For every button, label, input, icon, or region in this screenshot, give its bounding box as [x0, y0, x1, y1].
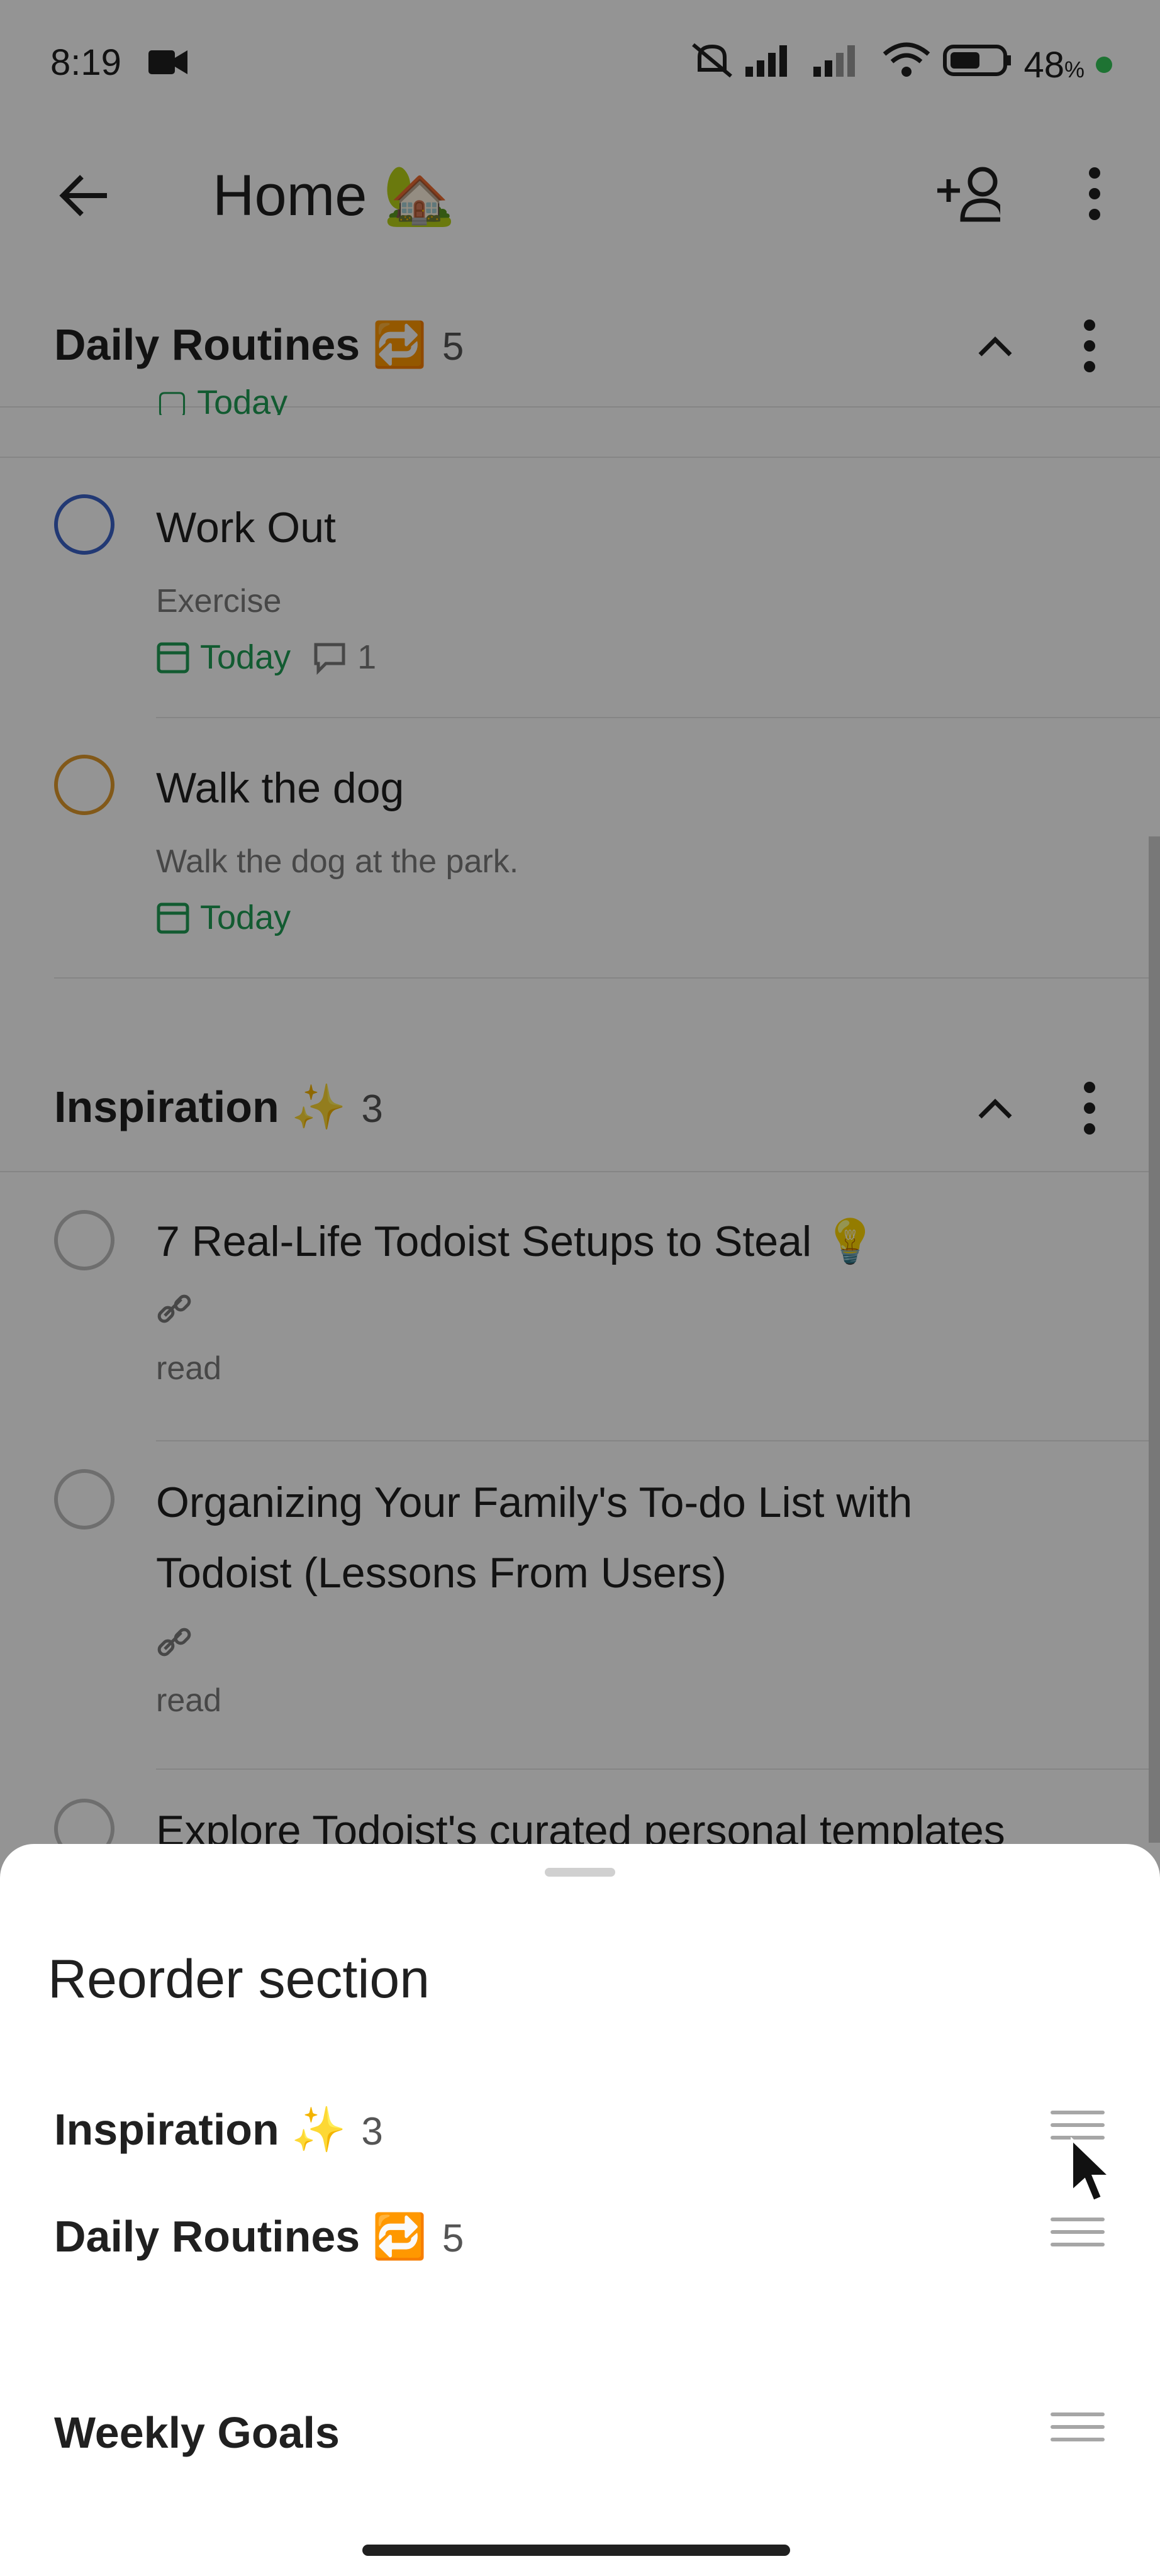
reorder-item-daily-routines[interactable]: Daily Routines 🔁 5 — [54, 2211, 464, 2263]
reorder-item-weekly-goals[interactable]: Weekly Goals — [54, 2407, 340, 2458]
sheet-drag-handle[interactable] — [545, 1868, 615, 1877]
drag-handle-icon[interactable] — [1051, 2209, 1105, 2255]
reorder-item-inspiration[interactable]: Inspiration ✨ 3 — [54, 2104, 383, 2156]
reorder-item-count: 5 — [442, 2217, 464, 2260]
home-indicator[interactable] — [362, 2545, 790, 2556]
reorder-item-count: 3 — [361, 2110, 383, 2153]
mouse-pointer-icon — [1071, 2137, 1113, 2203]
drag-handle-icon[interactable] — [1051, 2404, 1105, 2450]
reorder-item-name: Inspiration ✨ — [54, 2105, 347, 2154]
reorder-item-name: Weekly Goals — [54, 2408, 340, 2457]
reorder-item-name: Daily Routines 🔁 — [54, 2212, 427, 2261]
sheet-title: Reorder section — [48, 1949, 430, 2009]
